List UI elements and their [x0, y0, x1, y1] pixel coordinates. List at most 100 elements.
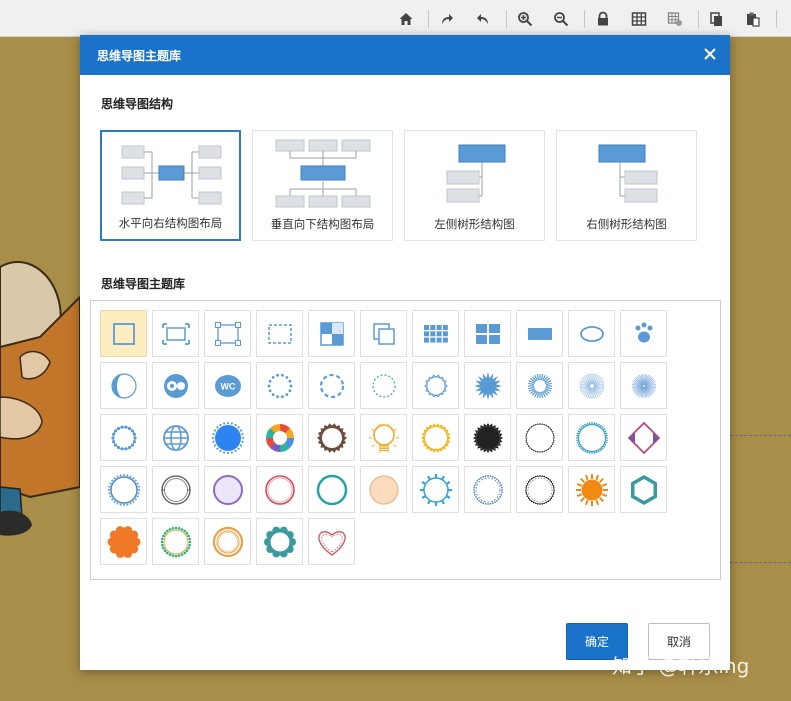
blue-dot-ring-icon — [107, 473, 140, 506]
structure-right-tree[interactable]: 右侧树形结构图 — [556, 130, 697, 241]
theme-option[interactable] — [256, 414, 303, 461]
theme-option[interactable]: WC — [204, 362, 251, 409]
zoom-in-icon[interactable] — [514, 8, 536, 30]
theme-option[interactable] — [256, 518, 303, 565]
theme-option[interactable] — [204, 518, 251, 565]
paste-icon[interactable] — [742, 8, 764, 30]
sunburst-icon — [527, 373, 552, 398]
theme-option[interactable] — [568, 310, 615, 357]
theme-option[interactable] — [412, 466, 459, 513]
peach-circle-icon — [368, 474, 399, 505]
theme-option[interactable] — [308, 362, 355, 409]
theme-option[interactable] — [516, 466, 563, 513]
zoom-out-icon[interactable] — [550, 8, 572, 30]
scalloped-circle-icon — [423, 374, 448, 397]
structure-horizontal-right[interactable]: 水平向右结构图布局 — [100, 130, 241, 241]
theme-option[interactable] — [464, 362, 511, 409]
theme-option[interactable] — [204, 414, 251, 461]
horizontal-layout-diagram — [121, 145, 222, 205]
vertical-layout-diagram — [275, 139, 371, 208]
theme-option[interactable] — [152, 310, 199, 357]
structure-vertical-down[interactable]: 垂直向下结构图布局 — [252, 130, 393, 241]
theme-option[interactable] — [360, 310, 407, 357]
grid-settings-icon[interactable] — [664, 8, 686, 30]
lock-icon[interactable] — [592, 8, 614, 30]
theme-option[interactable] — [568, 362, 615, 409]
theme-option[interactable] — [204, 310, 251, 357]
heart-icon — [317, 530, 346, 556]
close-button[interactable] — [700, 44, 720, 64]
structure-label: 垂直向下结构图布局 — [270, 217, 375, 231]
toolbar-separator — [776, 10, 777, 28]
diamond-ribbon-icon — [627, 421, 660, 454]
theme-option[interactable] — [100, 310, 147, 357]
theme-option[interactable] — [308, 466, 355, 513]
globe-icon — [162, 424, 189, 451]
dashed-circle-icon — [319, 373, 344, 398]
close-icon — [704, 48, 716, 60]
theme-option[interactable] — [412, 414, 459, 461]
theme-option[interactable] — [204, 466, 251, 513]
theme-option[interactable] — [100, 362, 147, 409]
theme-option[interactable] — [568, 466, 615, 513]
theme-option[interactable] — [360, 414, 407, 461]
theme-option[interactable] — [516, 362, 563, 409]
table-icon[interactable] — [628, 8, 650, 30]
theme-option[interactable] — [516, 310, 563, 357]
theme-option[interactable] — [412, 362, 459, 409]
theme-section-title: 思维导图主题库 — [101, 277, 186, 291]
copy-icon[interactable] — [706, 8, 728, 30]
right-tree-diagram — [598, 144, 658, 203]
theme-option[interactable] — [464, 310, 511, 357]
theme-option[interactable] — [464, 466, 511, 513]
half-moon-icon — [110, 372, 137, 399]
theme-option[interactable] — [256, 362, 303, 409]
structure-label: 右侧树形结构图 — [586, 217, 667, 231]
fine-rays-icon — [631, 373, 656, 398]
theme-option[interactable] — [152, 466, 199, 513]
teal-ring-icon — [316, 474, 347, 505]
theme-option[interactable] — [360, 362, 407, 409]
cartoon-illustration — [0, 261, 80, 536]
black-seal-icon — [472, 422, 503, 453]
home-icon[interactable] — [395, 8, 417, 30]
theme-option[interactable] — [620, 414, 667, 461]
theme-option[interactable] — [256, 310, 303, 357]
structure-section-title: 思维导图结构 — [101, 97, 174, 111]
toolbar-separator — [428, 10, 429, 28]
theme-option[interactable] — [360, 466, 407, 513]
theme-option[interactable] — [256, 466, 303, 513]
theme-option[interactable] — [308, 518, 355, 565]
theme-option[interactable] — [100, 414, 147, 461]
grid-squares-icon — [423, 324, 448, 343]
green-dot-ring-icon — [160, 526, 191, 557]
theme-option[interactable] — [568, 414, 615, 461]
theme-option[interactable] — [464, 414, 511, 461]
aperture-icon — [265, 423, 294, 452]
orange-flower-icon — [107, 525, 140, 558]
dashed-square-icon — [267, 323, 292, 344]
purple-circle-icon — [212, 474, 243, 505]
theme-option[interactable] — [152, 518, 199, 565]
undo-icon[interactable] — [472, 8, 494, 30]
theme-option[interactable] — [100, 518, 147, 565]
theme-option[interactable] — [152, 362, 199, 409]
theme-option[interactable] — [308, 310, 355, 357]
dotted-circle-icon — [267, 373, 292, 398]
theme-option[interactable] — [412, 310, 459, 357]
structure-left-tree[interactable]: 左侧树形结构图 — [404, 130, 545, 241]
theme-option[interactable] — [620, 466, 667, 513]
toolbar-separator — [506, 10, 507, 28]
frame-corners-icon — [161, 322, 190, 345]
redo-icon[interactable] — [436, 8, 458, 30]
teal-scallop-icon — [263, 526, 296, 557]
theme-option[interactable] — [152, 414, 199, 461]
theme-option[interactable] — [620, 362, 667, 409]
theme-option[interactable] — [516, 414, 563, 461]
dialog-header: 思维导图主题库 — [80, 35, 730, 75]
theme-option[interactable] — [308, 414, 355, 461]
theme-option[interactable] — [620, 310, 667, 357]
theme-library-dialog: 思维导图主题库 思维导图结构 水平向右结构图布局 垂直向下结构图布局 左侧树形结… — [80, 35, 730, 670]
theme-option[interactable] — [100, 466, 147, 513]
stacked-squares-icon — [372, 322, 395, 345]
